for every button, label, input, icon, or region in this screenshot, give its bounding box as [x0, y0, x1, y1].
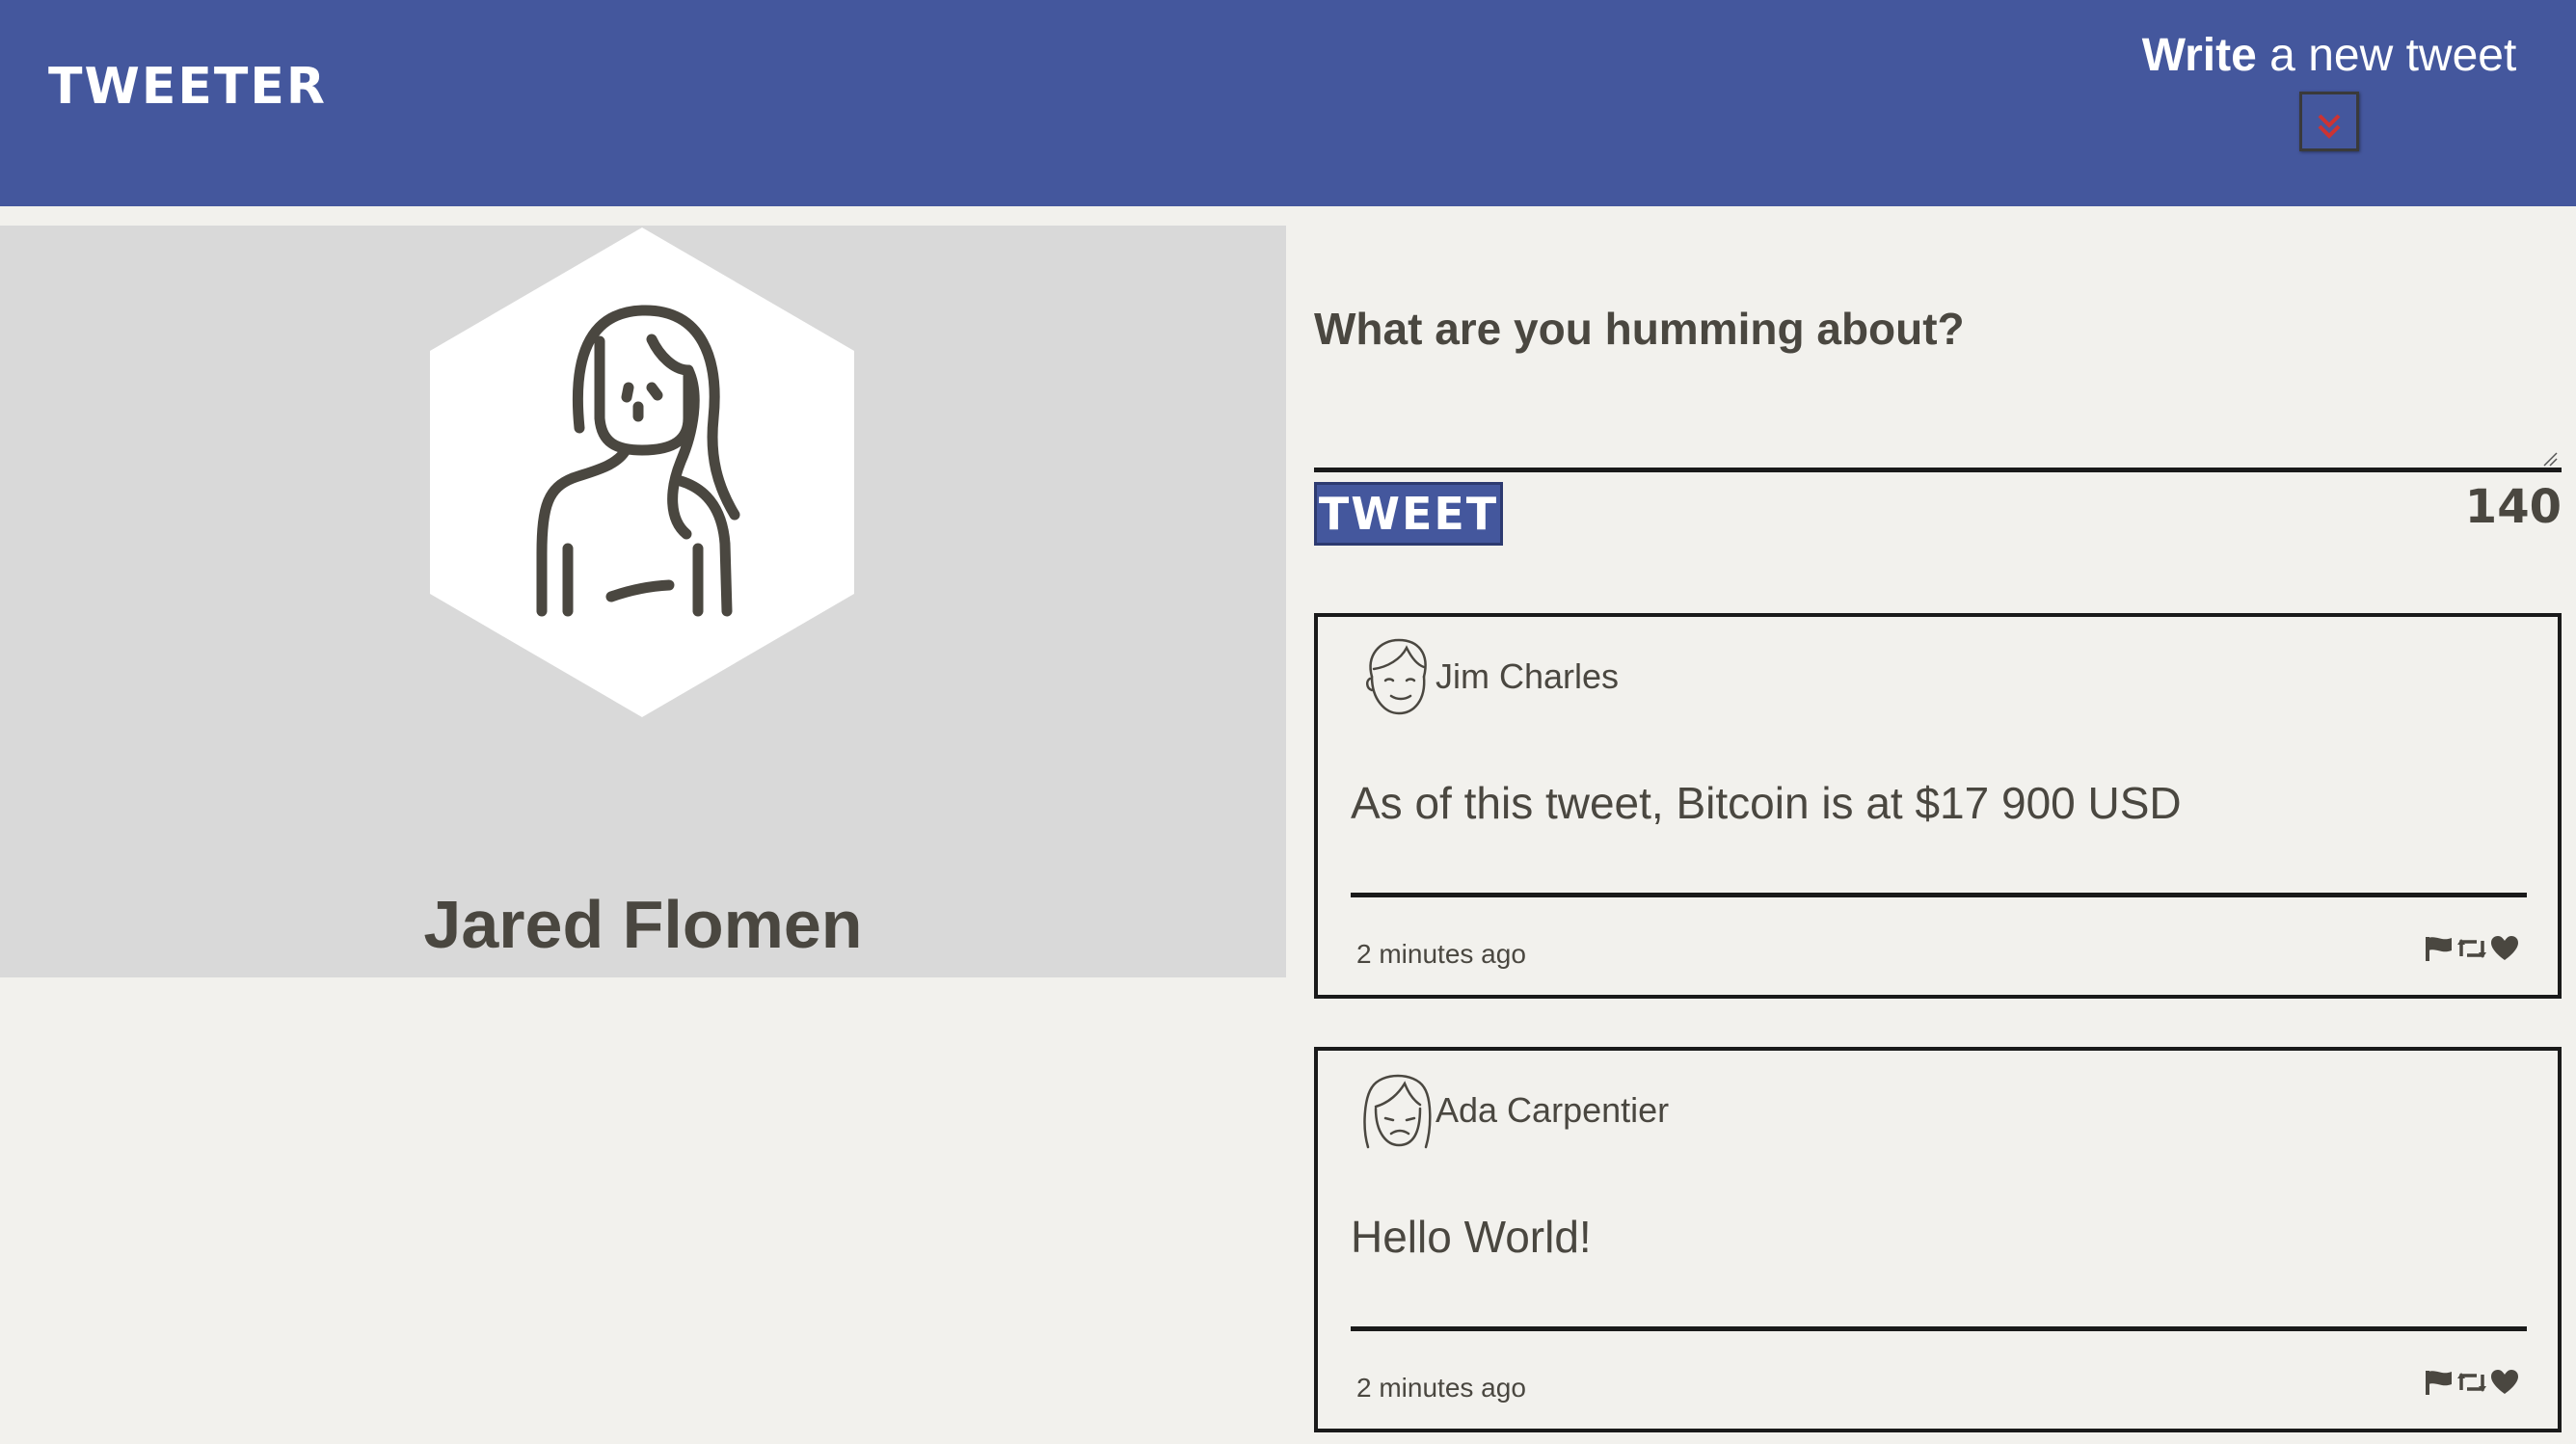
compose-label-rest: a new tweet: [2256, 30, 2517, 81]
resize-grip-icon[interactable]: [2542, 451, 2558, 467]
tweet-author[interactable]: Jim Charles: [1436, 656, 1619, 697]
tweet-timestamp: 2 minutes ago: [1356, 1373, 1526, 1403]
tweet-textarea[interactable]: [1314, 384, 2562, 472]
tweet-divider: [1351, 893, 2527, 897]
brand-logo: TWEETER: [48, 58, 327, 116]
retweet-icon[interactable]: [2455, 935, 2488, 962]
tweet-actions: [2425, 935, 2519, 962]
character-counter: 140: [2464, 480, 2562, 534]
compose-toggle-button[interactable]: [2299, 92, 2359, 151]
flag-icon[interactable]: [2425, 1369, 2454, 1396]
compose-toggle-label[interactable]: Write a new tweet: [2136, 29, 2522, 82]
retweet-icon[interactable]: [2455, 1369, 2488, 1396]
flag-icon[interactable]: [2425, 935, 2454, 962]
heart-icon[interactable]: [2490, 1369, 2519, 1396]
tweet-timestamp: 2 minutes ago: [1356, 939, 1526, 969]
compose-toggle: Write a new tweet: [2136, 29, 2522, 151]
tweet-card: Jim Charles As of this tweet, Bitcoin is…: [1314, 613, 2562, 999]
tweet-header: Ada Carpentier: [1360, 1070, 1669, 1151]
heart-icon[interactable]: [2490, 935, 2519, 962]
female-face-icon: [1363, 1074, 1432, 1149]
tweet-submit-button[interactable]: TWEET: [1314, 482, 1503, 546]
profile-avatar: [430, 227, 854, 717]
tweet-author[interactable]: Ada Carpentier: [1436, 1090, 1669, 1131]
compose-label-bold: Write: [2141, 30, 2257, 81]
tweet-content: As of this tweet, Bitcoin is at $17 900 …: [1351, 778, 2182, 828]
tweet-actions: [2425, 1369, 2519, 1396]
profile-card: Jared Flomen: [0, 226, 1286, 977]
tweet-divider: [1351, 1326, 2527, 1331]
tweet-header: Jim Charles: [1360, 636, 1619, 717]
new-tweet-form: What are you humming about? TWEET 140: [1314, 289, 2562, 546]
tweet-content: Hello World!: [1351, 1212, 1592, 1262]
profile-name: Jared Flomen: [423, 886, 863, 962]
compose-title: What are you humming about?: [1314, 304, 1965, 354]
tweet-card: Ada Carpentier Hello World! 2 minutes ag…: [1314, 1047, 2562, 1432]
top-navbar: TWEETER Write a new tweet: [0, 0, 2576, 206]
double-chevron-down-icon: [2318, 114, 2341, 139]
male-face-icon: [1366, 638, 1427, 715]
